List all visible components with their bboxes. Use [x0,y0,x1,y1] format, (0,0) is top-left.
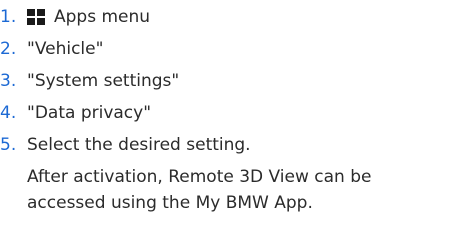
step-number: 4. [0,103,17,123]
step-4: 4. "Data privacy" [0,98,151,128]
step-number: 3. [0,71,17,91]
step-text: Apps menu [27,2,150,32]
step-label: "System settings" [27,71,180,91]
step-number: 5. [0,135,17,155]
step-5: 5. Select the desired setting. [0,130,251,160]
step-2: 2. "Vehicle" [0,34,103,64]
activation-note: After activation, Remote 3D View can be … [27,167,372,213]
apps-menu-icon [27,9,45,25]
step-label: Select the desired setting. [27,135,251,155]
step-number: 2. [0,39,17,59]
step-1: 1. Apps menu [0,2,150,32]
step-label: "Data privacy" [27,103,152,123]
step-label: Apps menu [54,7,151,27]
step-number: 1. [0,7,17,27]
step-label: "Vehicle" [27,39,104,59]
step-3: 3. "System settings" [0,66,179,96]
